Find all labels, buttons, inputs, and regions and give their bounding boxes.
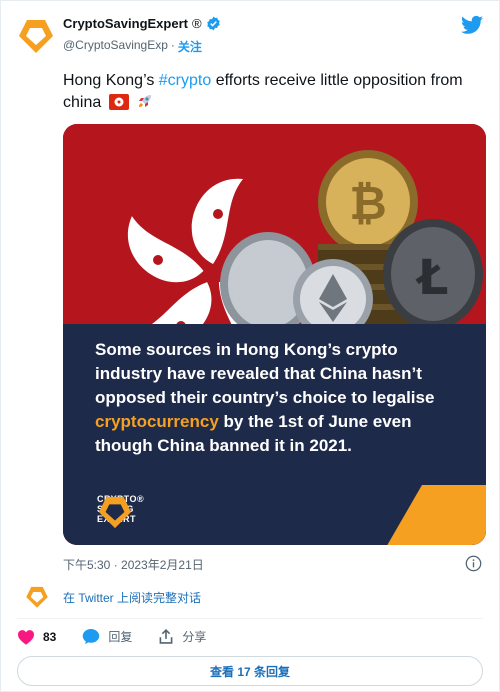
twitter-bird-icon[interactable] xyxy=(461,15,483,35)
handle-row: @CryptoSavingExp · 关注 xyxy=(63,38,202,55)
share-button[interactable]: 分享 xyxy=(158,628,206,645)
tweet-timestamp[interactable]: 下午5:30 · 2023年2月21日 xyxy=(63,556,204,573)
account-name-row[interactable]: CryptoSavingExpert ® xyxy=(63,16,221,31)
heart-icon xyxy=(18,629,34,645)
tweet-text-start: Hong Kong’s xyxy=(63,72,159,89)
tweet-media-image[interactable]: ₿ Ł Some sources in Hong Kong’s crypto i… xyxy=(63,124,486,545)
hashtag-link[interactable]: #crypto xyxy=(159,72,211,89)
brand-logo: CRYPTO® SAVING EXPERT xyxy=(97,494,145,529)
view-replies-button[interactable]: 查看 17 条回复 xyxy=(17,656,483,686)
account-handle[interactable]: @CryptoSavingExp xyxy=(63,38,168,55)
tweet-text: Hong Kong’s #crypto efforts receive litt… xyxy=(63,70,483,114)
like-count: 83 xyxy=(43,629,57,644)
litecoin-coin: Ł xyxy=(383,219,483,329)
follow-link[interactable]: 关注 xyxy=(178,38,202,55)
hong-kong-flag-icon xyxy=(108,94,129,110)
verified-badge-icon xyxy=(206,16,220,31)
read-full-conversation-label[interactable]: 在 Twitter 上阅读完整对话 xyxy=(63,589,201,606)
share-label: 分享 xyxy=(182,630,207,644)
avatar[interactable] xyxy=(17,17,55,55)
tweet-embed-card: CryptoSavingExpert ® @CryptoSavingExp · … xyxy=(0,0,500,692)
info-text-highlight: cryptocurrency xyxy=(95,412,219,431)
reply-bubble-icon xyxy=(83,629,100,644)
like-button[interactable]: 83 xyxy=(17,629,56,645)
registered-mark: ® xyxy=(191,16,202,31)
brand-logo-icon xyxy=(98,496,132,529)
read-full-conversation-link[interactable]: 在 Twitter 上阅读完整对话 xyxy=(25,585,201,609)
info-icon[interactable] xyxy=(465,555,482,572)
action-bar: 83 回复 分享 xyxy=(17,628,232,645)
info-panel-text: Some sources in Hong Kong’s crypto indus… xyxy=(95,338,460,458)
handle-separator: · xyxy=(170,38,175,52)
rocket-icon xyxy=(139,95,152,107)
read-conversation-avatar xyxy=(26,586,48,608)
svg-text:Ł: Ł xyxy=(415,250,449,306)
brand-registered-mark: ® xyxy=(137,494,145,504)
divider xyxy=(17,618,483,619)
reply-button[interactable]: 回复 xyxy=(82,628,132,645)
svg-text:₿: ₿ xyxy=(349,176,387,230)
info-text-part1: Some sources in Hong Kong’s crypto indus… xyxy=(95,340,435,407)
share-icon xyxy=(159,628,173,644)
reply-label: 回复 xyxy=(108,630,133,644)
account-name[interactable]: CryptoSavingExpert xyxy=(63,16,188,31)
